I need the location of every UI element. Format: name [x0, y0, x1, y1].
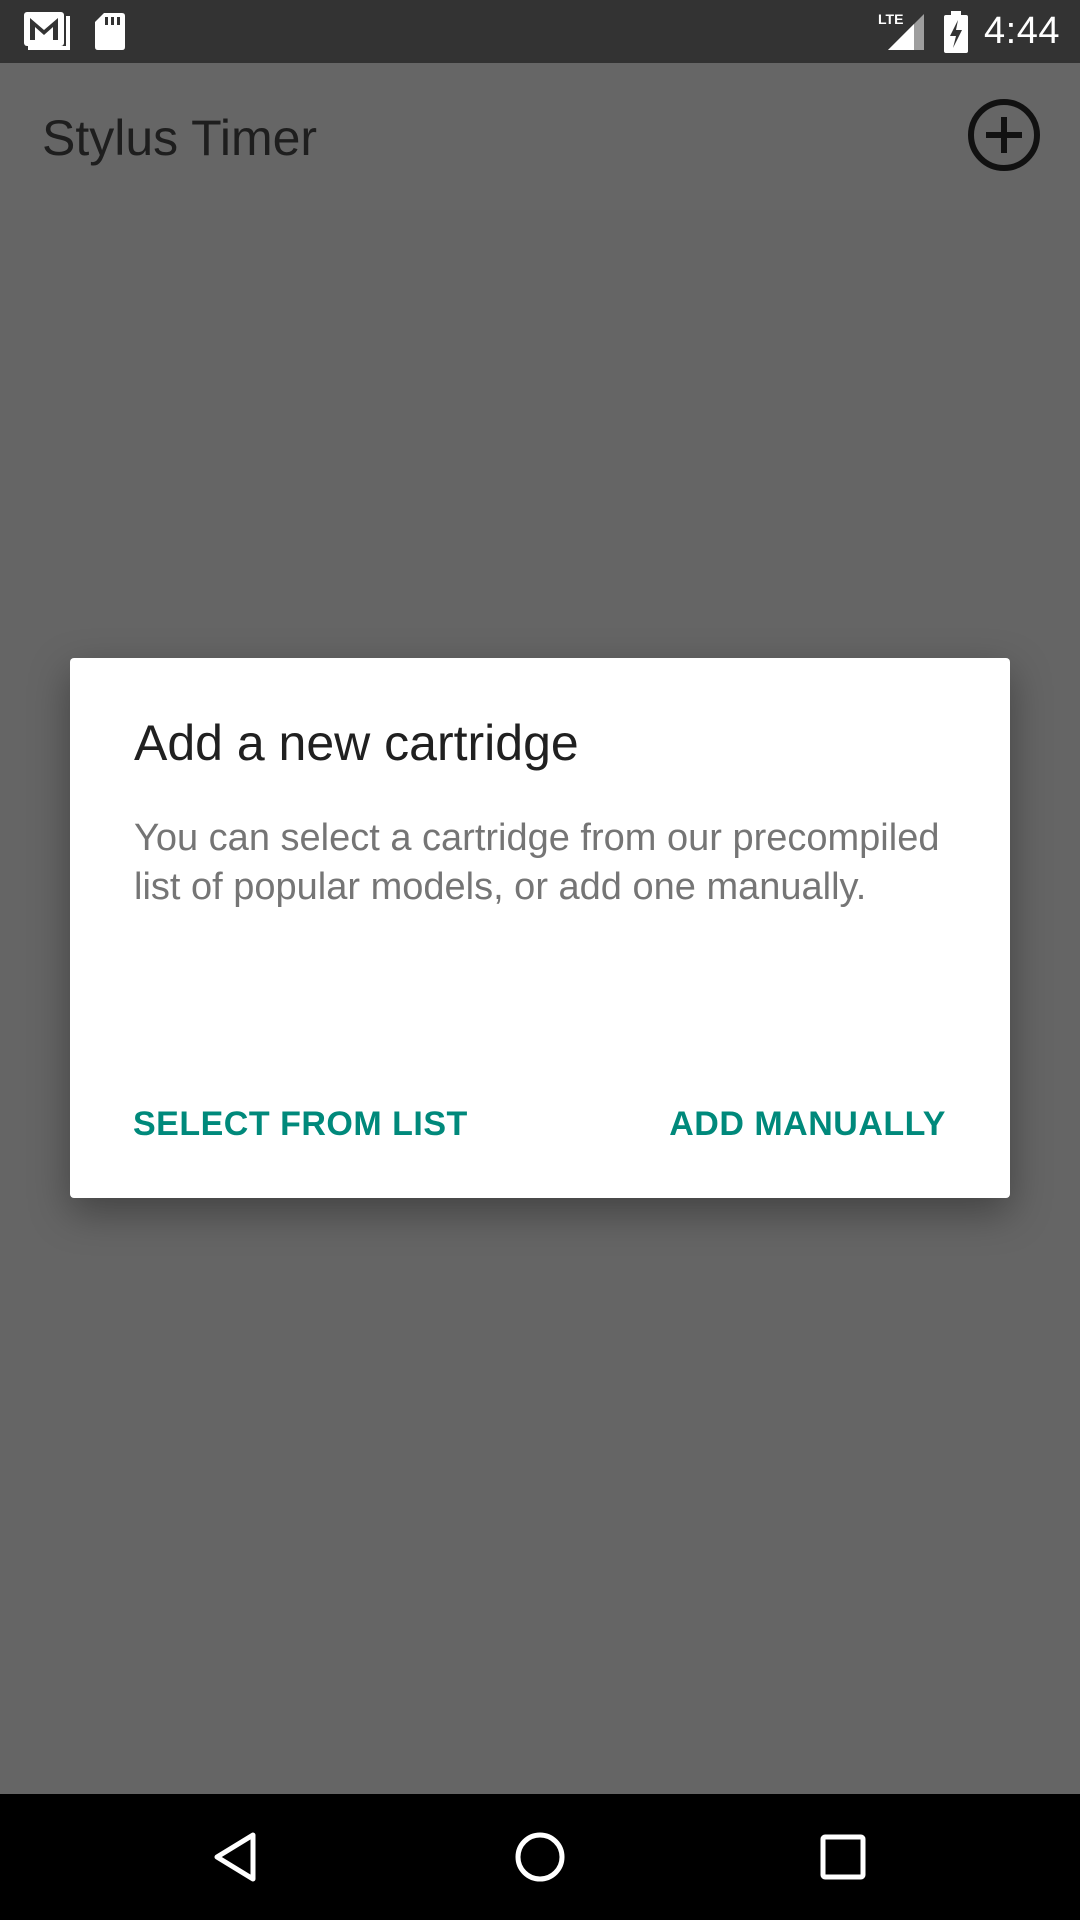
app-bar: Stylus Timer [0, 63, 1080, 210]
add-cartridge-dialog: Add a new cartridge You can select a car… [70, 658, 1010, 1198]
recents-button[interactable] [808, 1822, 878, 1892]
home-icon [512, 1829, 568, 1885]
back-icon [209, 1829, 265, 1885]
add-cartridge-button[interactable] [966, 97, 1042, 173]
signal-icon: LTE [878, 10, 928, 54]
recents-icon [815, 1829, 871, 1885]
add-circle-icon [966, 97, 1042, 173]
battery-charging-icon [942, 10, 970, 54]
status-bar: LTE 4:44 [0, 0, 1080, 63]
sd-card-icon [94, 11, 126, 51]
home-button[interactable] [505, 1822, 575, 1892]
dialog-message: You can select a cartridge from our prec… [134, 817, 940, 908]
back-button[interactable] [202, 1822, 272, 1892]
dialog-title: Add a new cartridge [134, 715, 579, 771]
gmail-icon [22, 10, 70, 52]
dialog-actions: SELECT FROM LIST ADD MANUALLY [70, 1094, 1010, 1154]
status-notifications [22, 10, 126, 52]
status-time: 4:44 [984, 10, 1060, 52]
select-from-list-button[interactable]: SELECT FROM LIST [133, 1094, 468, 1154]
navigation-bar [0, 1794, 1080, 1920]
status-system: LTE 4:44 [878, 0, 1060, 63]
app-title: Stylus Timer [42, 110, 318, 166]
network-type-label: LTE [878, 11, 903, 27]
add-manually-button[interactable]: ADD MANUALLY [669, 1094, 946, 1154]
